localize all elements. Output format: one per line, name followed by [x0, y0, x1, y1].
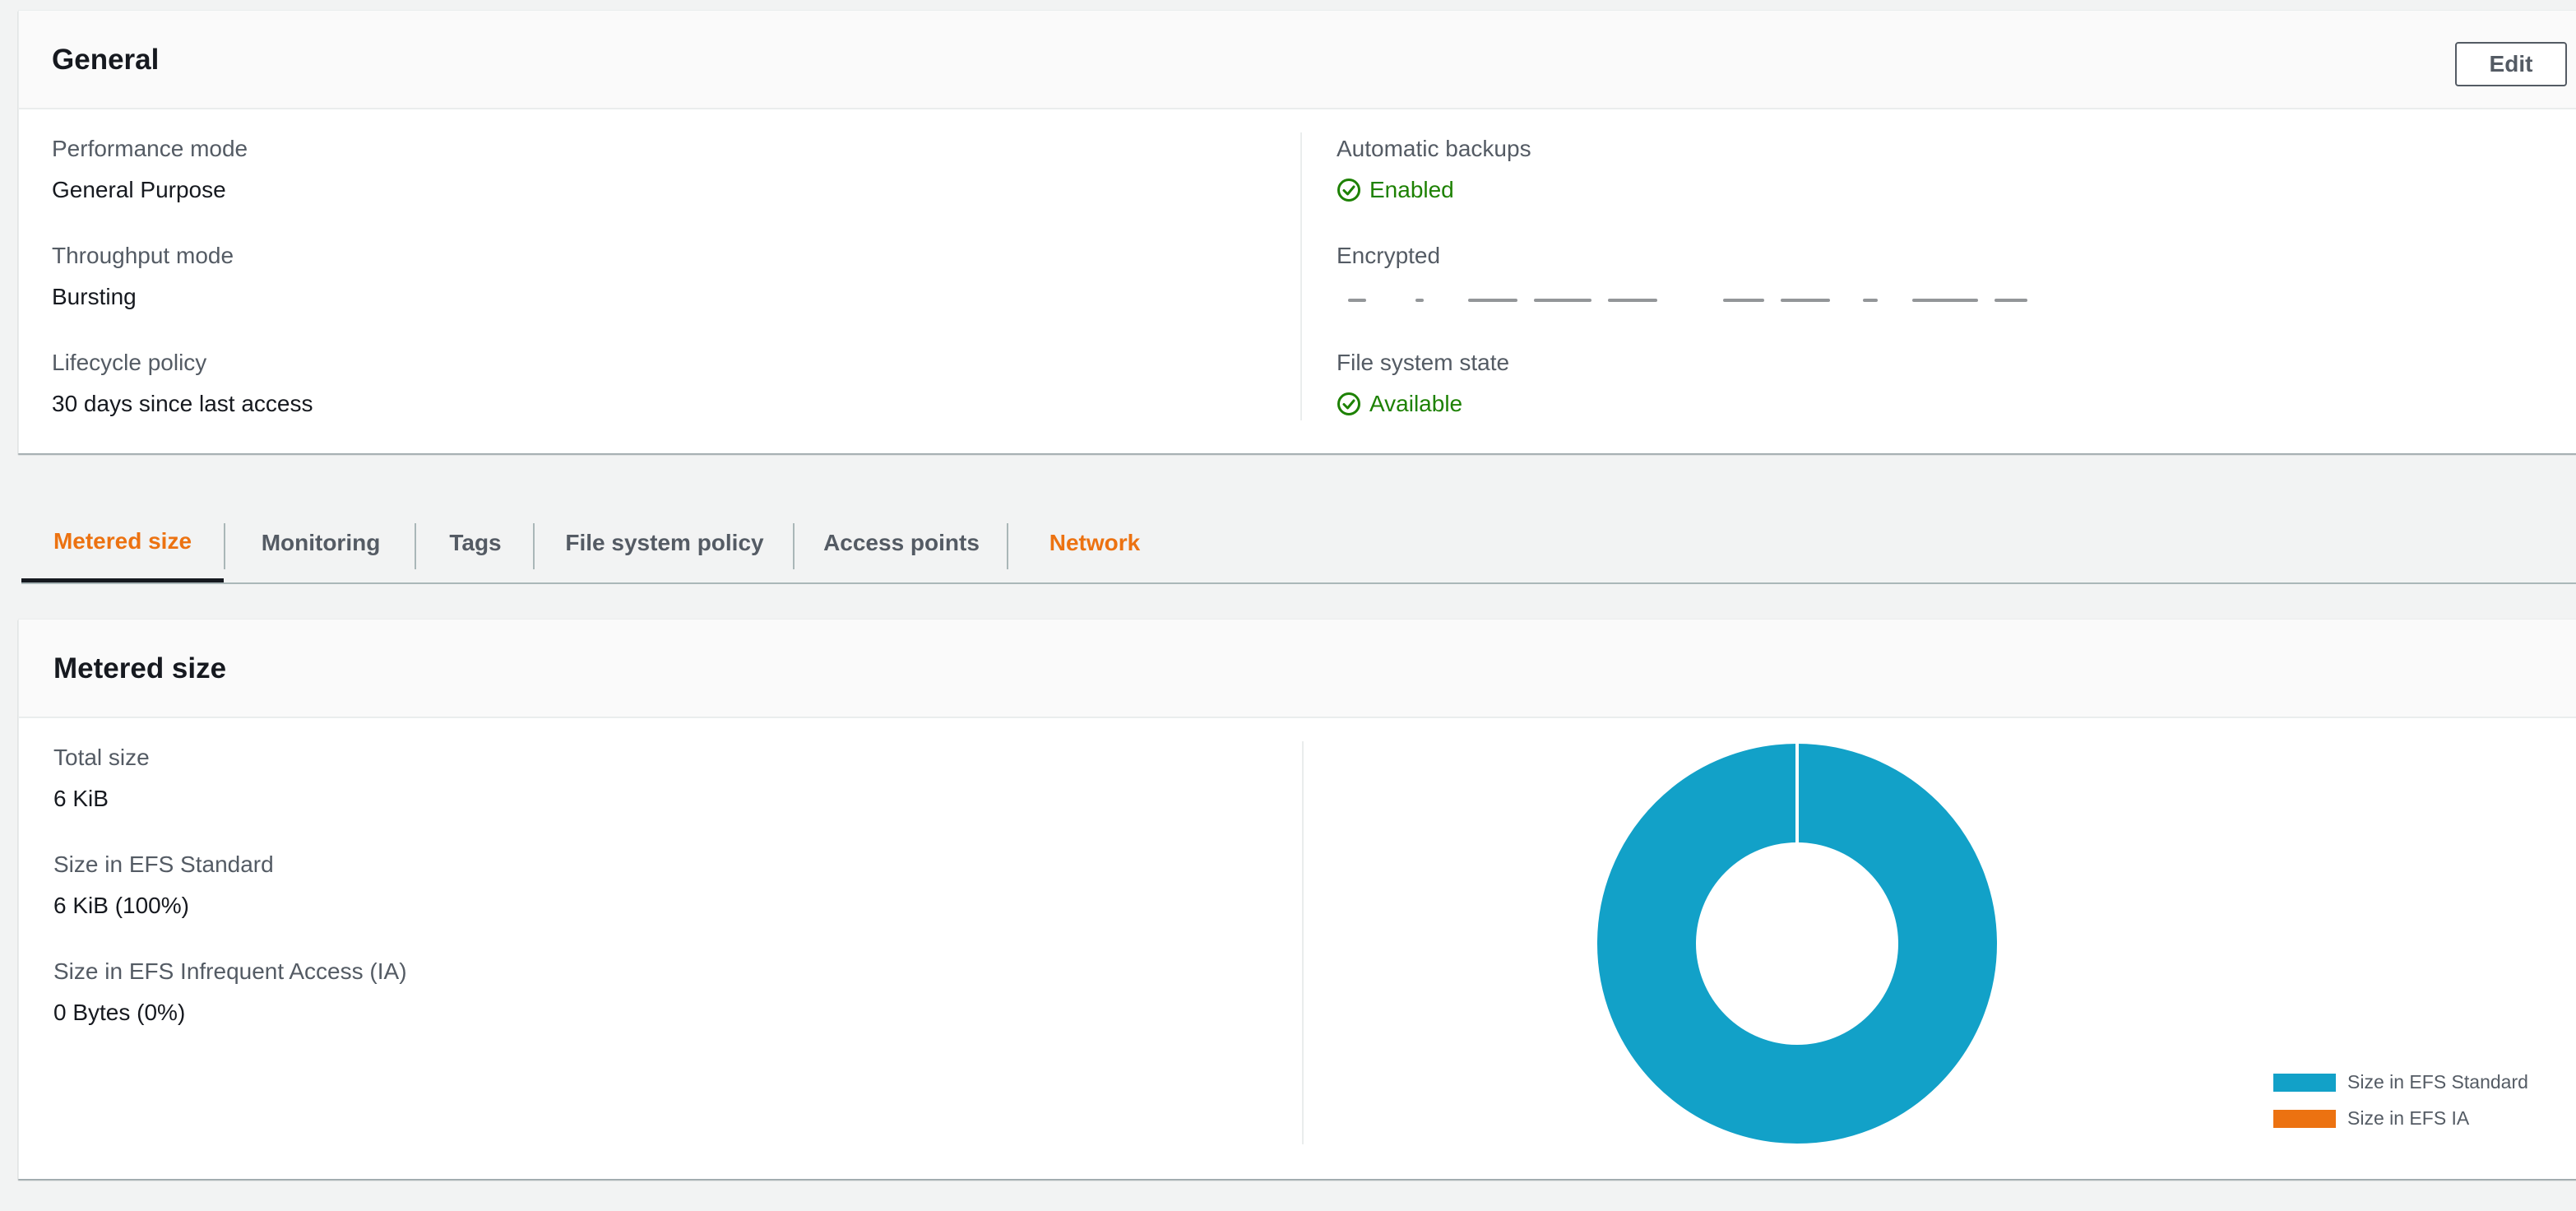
efs-ia-size-label: Size in EFS Infrequent Access (IA) — [53, 958, 407, 984]
total-size-value: 6 KiB — [53, 786, 109, 811]
general-title: General — [52, 44, 160, 76]
file-system-state-status: Available — [1337, 391, 1509, 417]
encrypted-value-redacted — [1337, 284, 2044, 310]
total-size-field: Total size 6 KiB — [53, 745, 150, 812]
tab-bar: Metered size Monitoring Tags File system… — [21, 503, 2576, 584]
metered-size-title: Metered size — [53, 652, 227, 684]
efs-ia-size-value: 0 Bytes (0%) — [53, 1000, 186, 1025]
efs-ia-size-field: Size in EFS Infrequent Access (IA) 0 Byt… — [53, 958, 407, 1026]
encrypted-label: Encrypted — [1337, 243, 1441, 268]
throughput-mode-value: Bursting — [52, 284, 137, 309]
efs-standard-size-label: Size in EFS Standard — [53, 851, 274, 877]
lifecycle-policy-label: Lifecycle policy — [52, 350, 207, 375]
check-circle-icon — [1337, 179, 1360, 202]
automatic-backups-value: Enabled — [1369, 177, 1454, 202]
general-panel: General Edit Performance mode General Pu… — [18, 10, 2576, 453]
throughput-mode-field: Throughput mode Bursting — [52, 243, 234, 310]
tab-monitoring[interactable]: Monitoring — [225, 503, 416, 582]
throughput-mode-label: Throughput mode — [52, 243, 234, 268]
tab-file-system-policy[interactable]: File system policy — [535, 503, 795, 582]
metered-size-donut-chart — [1597, 743, 1997, 1144]
tab-access-points[interactable]: Access points — [795, 503, 1008, 582]
legend-item-ia: Size in EFS IA — [2273, 1107, 2469, 1130]
tab-tags[interactable]: Tags — [416, 503, 535, 582]
general-panel-header: General Edit — [19, 11, 2576, 109]
legend-item-standard: Size in EFS Standard — [2273, 1071, 2528, 1093]
edit-button[interactable]: Edit — [2455, 42, 2567, 86]
column-divider — [1302, 741, 1304, 1144]
metered-size-panel: Metered size Total size 6 KiB Size in EF… — [18, 619, 2576, 1179]
legend-swatch-standard — [2273, 1073, 2336, 1092]
performance-mode-value: General Purpose — [52, 177, 226, 202]
total-size-label: Total size — [53, 745, 150, 770]
legend-swatch-ia — [2273, 1109, 2336, 1128]
efs-standard-size-value: 6 KiB (100%) — [53, 893, 189, 918]
performance-mode-label: Performance mode — [52, 136, 248, 161]
legend-label-ia: Size in EFS IA — [2347, 1107, 2470, 1129]
encrypted-field: Encrypted — [1337, 243, 2044, 310]
efs-standard-size-field: Size in EFS Standard 6 KiB (100%) — [53, 851, 274, 919]
performance-mode-field: Performance mode General Purpose — [52, 136, 248, 203]
automatic-backups-status: Enabled — [1337, 177, 1531, 203]
check-circle-icon — [1337, 392, 1360, 415]
tab-metered-size[interactable]: Metered size — [21, 503, 224, 582]
automatic-backups-label: Automatic backups — [1337, 136, 1531, 161]
file-system-state-value: Available — [1369, 391, 1463, 416]
column-divider — [1300, 132, 1302, 420]
legend-label-standard: Size in EFS Standard — [2347, 1071, 2528, 1093]
file-system-state-label: File system state — [1337, 350, 1510, 375]
tab-network[interactable]: Network — [1008, 503, 1181, 582]
automatic-backups-field: Automatic backups Enabled — [1337, 136, 1531, 203]
file-system-state-field: File system state Available — [1337, 350, 1509, 417]
lifecycle-policy-field: Lifecycle policy 30 days since last acce… — [52, 350, 313, 417]
metered-size-header: Metered size — [19, 619, 2576, 718]
lifecycle-policy-value: 30 days since last access — [52, 391, 313, 416]
